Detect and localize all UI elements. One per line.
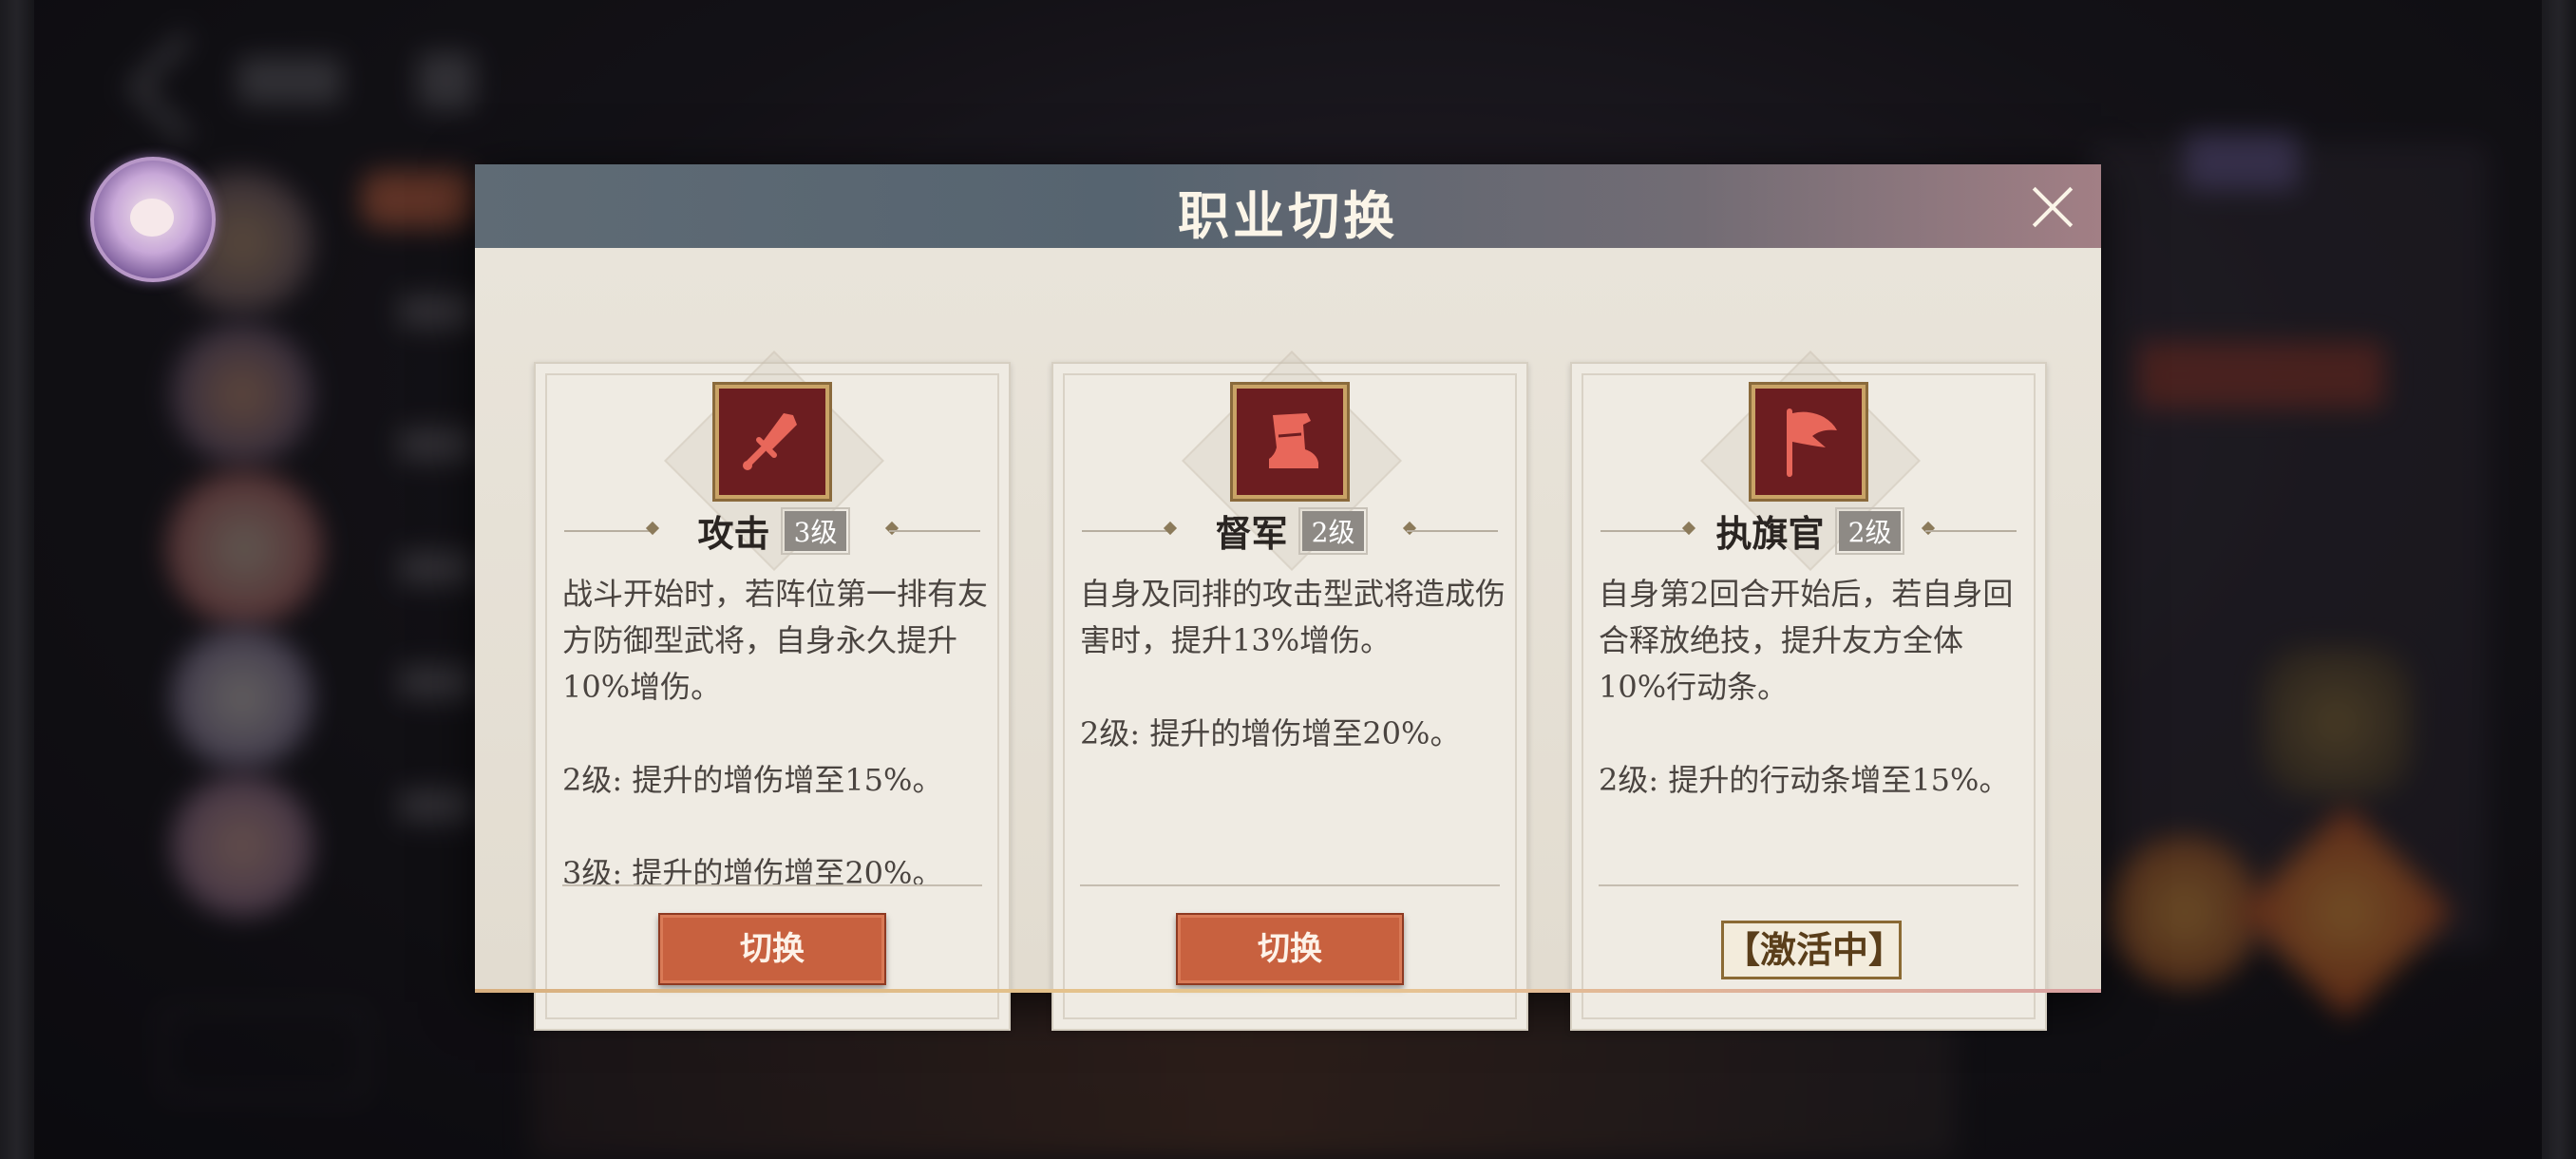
class-name: 督军 bbox=[1215, 512, 1288, 555]
class-switch-dialog: 职业切换 攻击 3级 战斗开始时，若阵位第一排有友方防御型武将，自身永久提升10… bbox=[475, 164, 2101, 1031]
class-icon-frame bbox=[1233, 385, 1347, 499]
divider bbox=[562, 884, 982, 886]
class-title-row: 执旗官 2级 bbox=[1572, 504, 2045, 558]
diamond-icon bbox=[1163, 521, 1178, 536]
divider bbox=[889, 530, 980, 532]
class-icon-frame bbox=[1752, 385, 1866, 499]
diamond-icon bbox=[1681, 521, 1696, 536]
level-badge: 2级 bbox=[1834, 506, 1905, 555]
diamond-icon bbox=[884, 521, 900, 536]
level-badge: 2级 bbox=[1297, 506, 1369, 555]
active-status-label: 【激活中】 bbox=[1721, 921, 1904, 979]
class-icon-frame bbox=[715, 385, 829, 499]
class-description: 自身及同排的攻击型武将造成伤害时，提升13%增伤。 2级: 提升的增伤增至20%… bbox=[1080, 576, 1506, 751]
sword-icon bbox=[743, 413, 797, 470]
class-title-row: 督军 2级 bbox=[1053, 504, 1526, 558]
class-card-commander: 督军 2级 自身及同排的攻击型武将造成伤害时，提升13%增伤。 2级: 提升的增… bbox=[1051, 351, 1528, 1031]
avatar-face bbox=[130, 199, 174, 237]
dialog-header: 职业切换 bbox=[475, 164, 2101, 248]
divider bbox=[564, 530, 655, 532]
class-card-attack: 攻击 3级 战斗开始时，若阵位第一排有友方防御型武将，自身永久提升10%增伤。 … bbox=[534, 351, 1011, 1031]
class-description: 自身第2回合开始后，若自身回合释放绝技，提升友方全体10%行动条。 2级: 提升… bbox=[1599, 576, 2014, 798]
switch-button[interactable]: 切换 bbox=[1176, 913, 1404, 985]
class-card-flag-bearer: 执旗官 2级 自身第2回合开始后，若自身回合释放绝技，提升友方全体10%行动条。… bbox=[1570, 351, 2047, 1031]
dialog-bottom-border bbox=[475, 989, 2101, 993]
dialog-body: 攻击 3级 战斗开始时，若阵位第一排有友方防御型武将，自身永久提升10%增伤。 … bbox=[475, 248, 2101, 1031]
diamond-icon bbox=[1402, 521, 1417, 536]
close-button[interactable] bbox=[2029, 183, 2076, 231]
divider bbox=[1599, 884, 2018, 886]
class-name: 执旗官 bbox=[1715, 512, 1825, 555]
flag-icon bbox=[1787, 408, 1837, 477]
class-name: 攻击 bbox=[697, 512, 770, 555]
switch-button[interactable]: 切换 bbox=[658, 913, 886, 985]
divider bbox=[1601, 530, 1692, 532]
level-badge: 3级 bbox=[780, 506, 851, 555]
boot-icon bbox=[1269, 413, 1318, 468]
class-title-row: 攻击 3级 bbox=[536, 504, 1009, 558]
class-description: 战斗开始时，若阵位第一排有友方防御型武将，自身永久提升10%增伤。 2级: 提升… bbox=[562, 576, 989, 891]
diamond-icon bbox=[1921, 521, 1936, 536]
divider bbox=[1080, 884, 1500, 886]
diamond-icon bbox=[645, 521, 660, 536]
dialog-title: 职业切换 bbox=[1178, 185, 1398, 246]
divider bbox=[1082, 530, 1173, 532]
player-avatar[interactable] bbox=[90, 157, 216, 282]
divider bbox=[1925, 530, 2017, 532]
divider bbox=[1407, 530, 1498, 532]
